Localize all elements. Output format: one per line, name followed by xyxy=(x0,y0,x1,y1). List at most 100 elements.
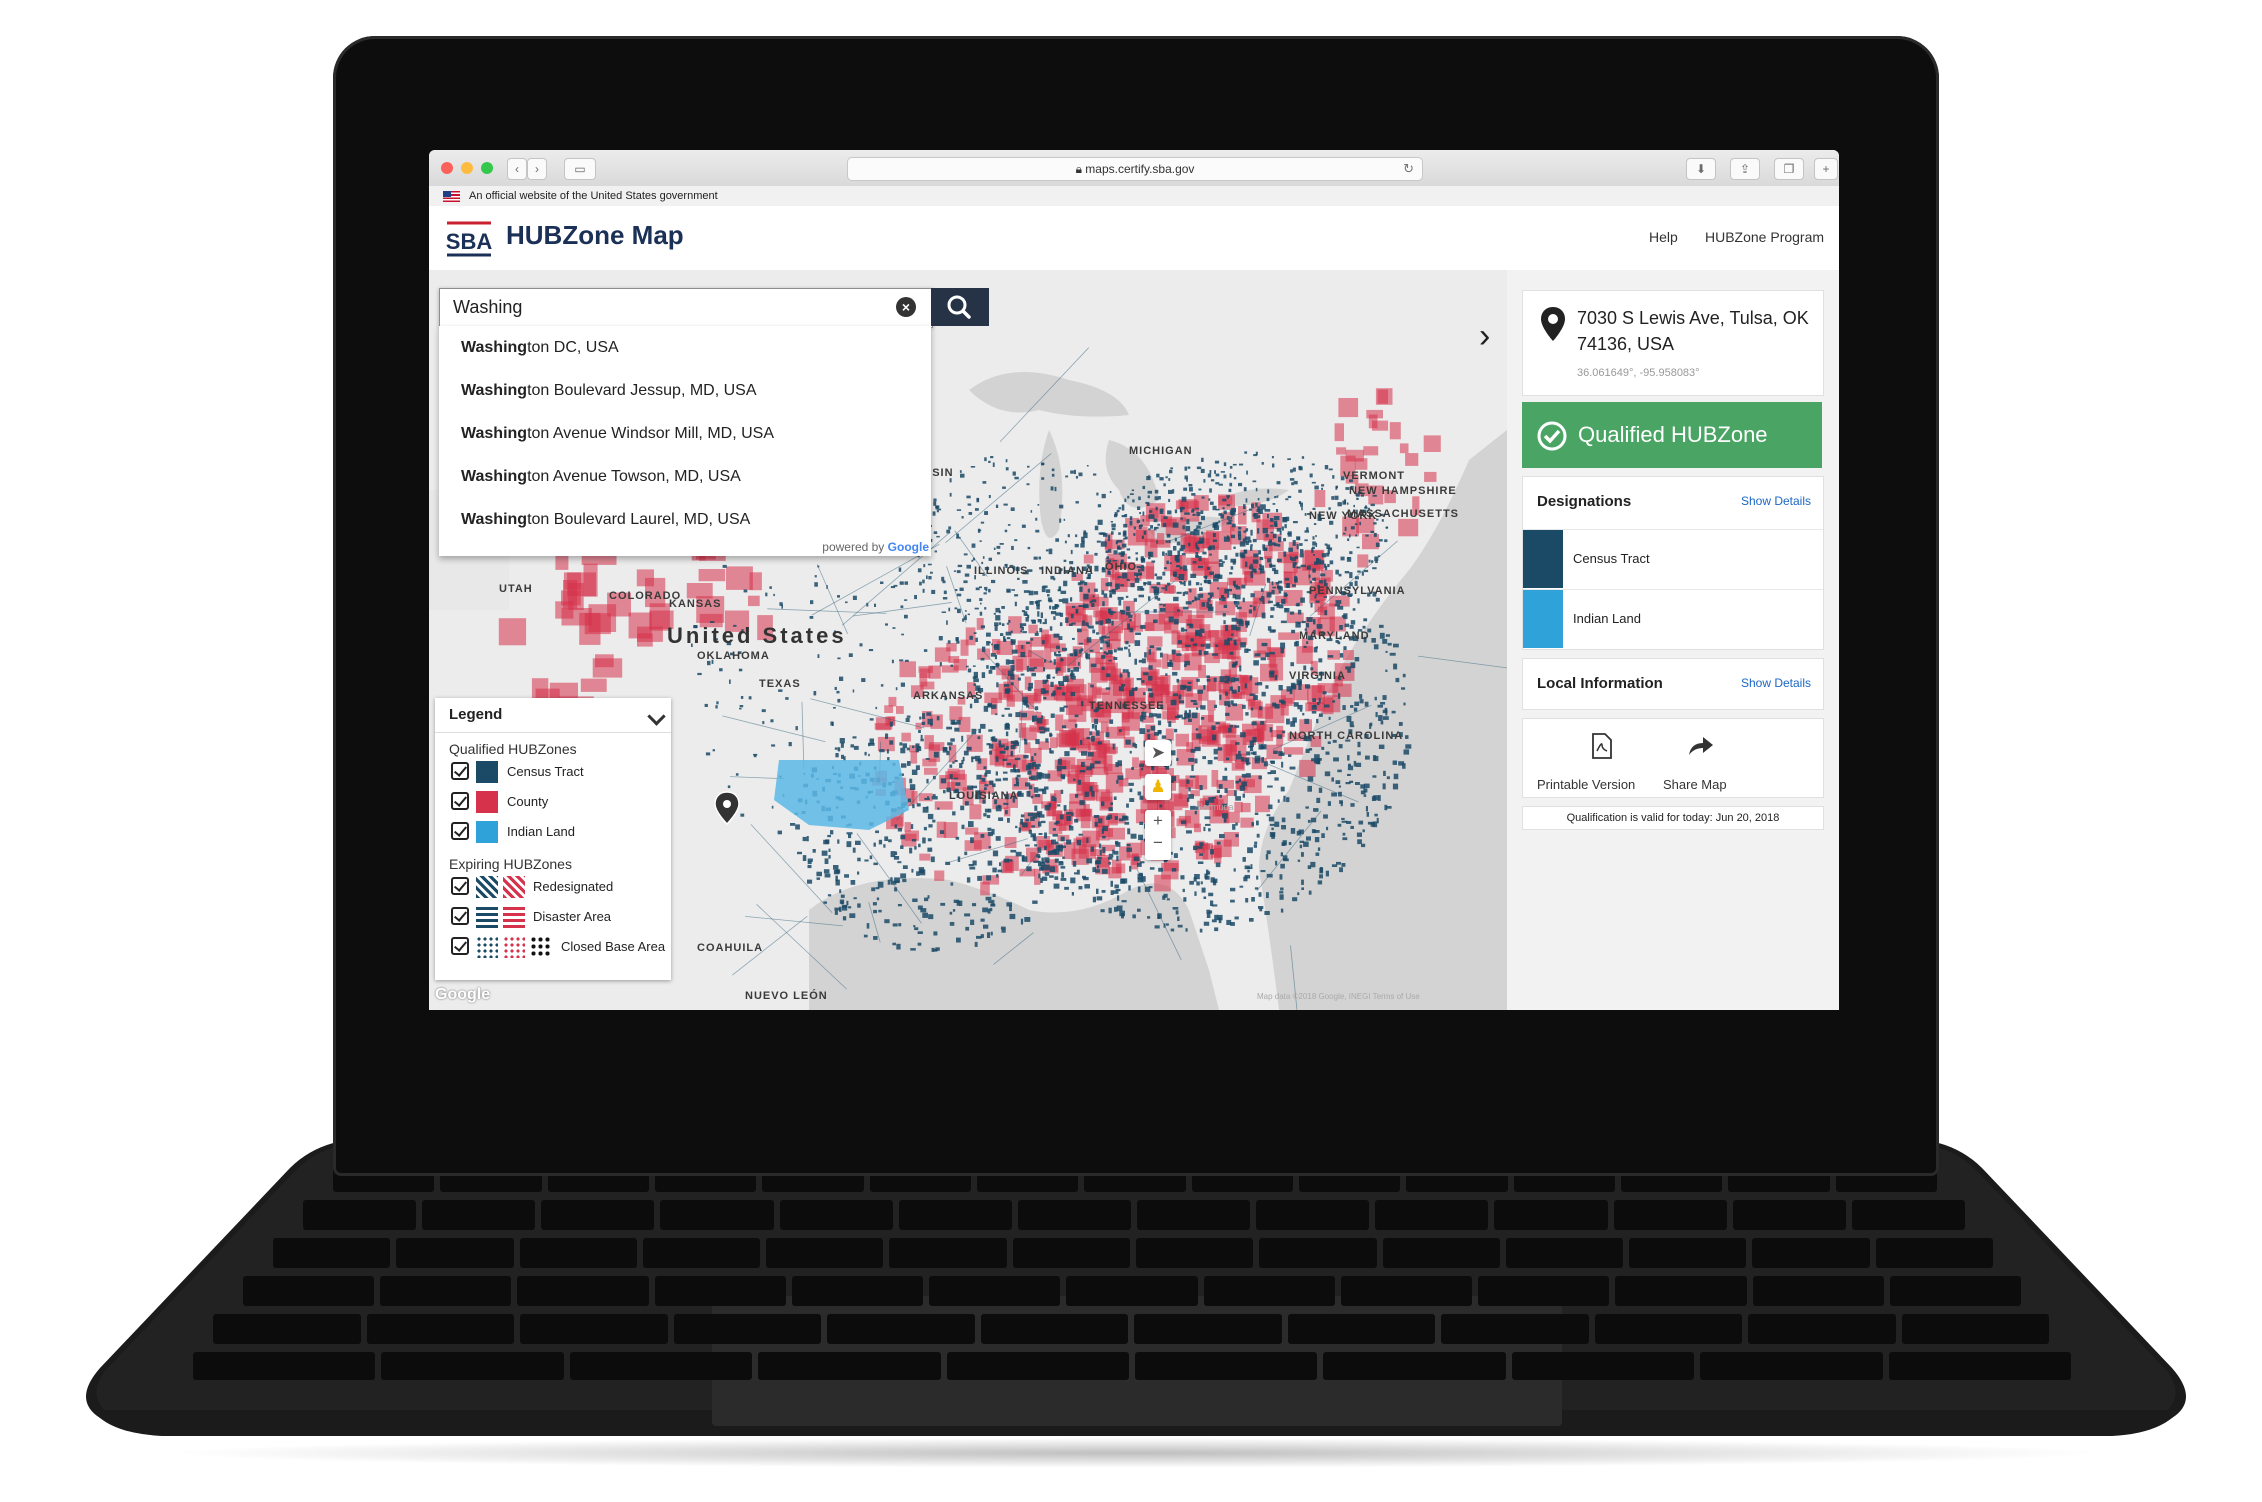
keyboard-key xyxy=(1135,1352,1318,1380)
census-tract-zone xyxy=(900,682,905,687)
county-zone xyxy=(580,678,607,692)
census-tract-zone xyxy=(1188,542,1191,547)
county-zone xyxy=(686,583,713,599)
county-zone xyxy=(1231,762,1245,771)
share-icon[interactable]: ⇪ xyxy=(1730,158,1760,180)
census-tract-zone xyxy=(740,696,744,699)
autocomplete-item[interactable]: Washington Avenue Towson, MD, USA xyxy=(439,455,931,498)
census-tract-zone xyxy=(1287,533,1292,535)
download-icon[interactable]: ⬇ xyxy=(1686,158,1716,180)
census-tract-zone xyxy=(1031,825,1035,828)
census-tract-zone xyxy=(1091,603,1095,607)
census-tract-zone xyxy=(1030,510,1033,513)
census-tract-zone xyxy=(880,581,884,584)
sba-logo[interactable]: SBA xyxy=(443,219,495,259)
my-location-button[interactable]: ➤ xyxy=(1145,740,1171,766)
new-tab-icon[interactable]: + xyxy=(1814,158,1838,180)
census-tract-zone xyxy=(970,837,974,844)
zoom-out-button[interactable]: − xyxy=(1145,832,1171,854)
checkbox[interactable] xyxy=(451,762,469,780)
clear-search-icon[interactable]: × xyxy=(896,297,916,317)
keyboard-key xyxy=(1478,1276,1610,1306)
census-tract-zone xyxy=(769,586,772,589)
census-tract-zone xyxy=(1025,818,1030,822)
keyboard-key xyxy=(303,1200,417,1230)
legend-header[interactable]: Legend xyxy=(435,698,671,733)
census-tract-zone xyxy=(1277,799,1280,803)
sidebar-icon[interactable]: ▭ xyxy=(564,158,596,180)
checkbox[interactable] xyxy=(451,907,469,925)
census-tract-zone xyxy=(1216,789,1220,793)
keyboard-key xyxy=(193,1352,376,1380)
census-tract-zone xyxy=(936,535,940,538)
census-tract-zone xyxy=(909,778,913,784)
census-tract-zone xyxy=(1258,906,1264,909)
tabs-icon[interactable]: ❐ xyxy=(1774,158,1804,180)
census-tract-zone xyxy=(1070,614,1074,619)
collapse-panel-chevron-icon[interactable]: › xyxy=(1479,317,1490,356)
share-map-button[interactable]: Share Map xyxy=(1663,733,1753,793)
back-icon[interactable]: ‹ xyxy=(507,158,527,180)
local-info-show-details-link[interactable]: Show Details xyxy=(1741,676,1811,690)
autocomplete-item[interactable]: Washington Boulevard Laurel, MD, USA xyxy=(439,498,931,541)
census-tract-zone xyxy=(982,556,985,559)
designations-show-details-link[interactable]: Show Details xyxy=(1741,494,1811,508)
close-window-button[interactable] xyxy=(441,162,453,174)
search-button[interactable] xyxy=(931,288,989,326)
search-box[interactable]: × xyxy=(439,288,933,328)
census-tract-zone xyxy=(900,605,904,609)
checkbox[interactable] xyxy=(451,937,469,955)
census-tract-zone xyxy=(1273,569,1279,575)
census-tract-zone xyxy=(1235,780,1239,784)
zoom-window-button[interactable] xyxy=(481,162,493,174)
chevron-down-icon[interactable] xyxy=(647,707,666,726)
census-tract-zone xyxy=(1301,887,1304,890)
search-input[interactable] xyxy=(440,289,883,325)
census-tract-zone xyxy=(988,460,991,463)
address-bar[interactable]: 🔒︎ maps.certify.sba.gov ↻ xyxy=(847,157,1423,181)
census-tract-zone xyxy=(1148,528,1151,531)
census-tract-zone xyxy=(1311,481,1316,484)
minimize-window-button[interactable] xyxy=(461,162,473,174)
census-tract-zone xyxy=(935,947,940,951)
checkbox[interactable] xyxy=(451,822,469,840)
census-tract-zone xyxy=(1267,514,1269,519)
nav-hubzone-program-link[interactable]: HUBZone Program xyxy=(1705,229,1824,245)
checkbox[interactable] xyxy=(451,792,469,810)
census-tract-zone xyxy=(1258,775,1262,780)
autocomplete-item[interactable]: Washington DC, USA xyxy=(439,326,931,369)
autocomplete-list: Washington DC, USA Washington Boulevard J… xyxy=(439,326,931,556)
census-tract-zone xyxy=(907,761,911,766)
reload-icon[interactable]: ↻ xyxy=(1403,158,1414,180)
census-tract-zone xyxy=(1014,601,1017,607)
census-tract-zone xyxy=(1272,629,1276,632)
census-tract-zone xyxy=(1268,816,1275,822)
census-tract-zone xyxy=(1129,520,1133,526)
zoom-in-button[interactable]: + xyxy=(1145,810,1171,832)
census-tract-zone xyxy=(962,618,965,622)
census-tract-zone xyxy=(1108,639,1110,642)
forward-icon[interactable]: › xyxy=(527,158,547,180)
census-tract-zone xyxy=(1166,898,1170,901)
autocomplete-item[interactable]: Washington Avenue Windsor Mill, MD, USA xyxy=(439,412,931,455)
census-tract-zone xyxy=(924,797,930,800)
census-tract-zone xyxy=(1279,530,1282,535)
census-tract-zone xyxy=(1171,868,1177,872)
census-tract-zone xyxy=(839,889,842,894)
census-tract-zone xyxy=(1108,650,1113,655)
checkbox[interactable] xyxy=(451,877,469,895)
suggestion-rest: ton Avenue Windsor Mill, MD, USA xyxy=(527,425,774,442)
census-tract-zone xyxy=(1266,577,1269,581)
nav-help-link[interactable]: Help xyxy=(1649,229,1678,245)
census-tract-zone xyxy=(1115,588,1118,591)
census-tract-zone xyxy=(1056,645,1060,650)
autocomplete-item[interactable]: Washington Boulevard Jessup, MD, USA xyxy=(439,369,931,412)
census-tract-zone xyxy=(1229,686,1233,691)
printable-version-button[interactable]: Printable Version xyxy=(1537,733,1637,793)
census-tract-zone xyxy=(1153,619,1158,624)
census-tract-zone xyxy=(1183,580,1186,586)
street-view-pegman-icon[interactable]: ♟ xyxy=(1145,774,1171,800)
map-attribution[interactable]: Map data ©2018 Google, INEGI Terms of Us… xyxy=(1257,992,1420,1001)
census-tract-zone xyxy=(1140,556,1144,561)
census-tract-zone xyxy=(1305,806,1309,809)
